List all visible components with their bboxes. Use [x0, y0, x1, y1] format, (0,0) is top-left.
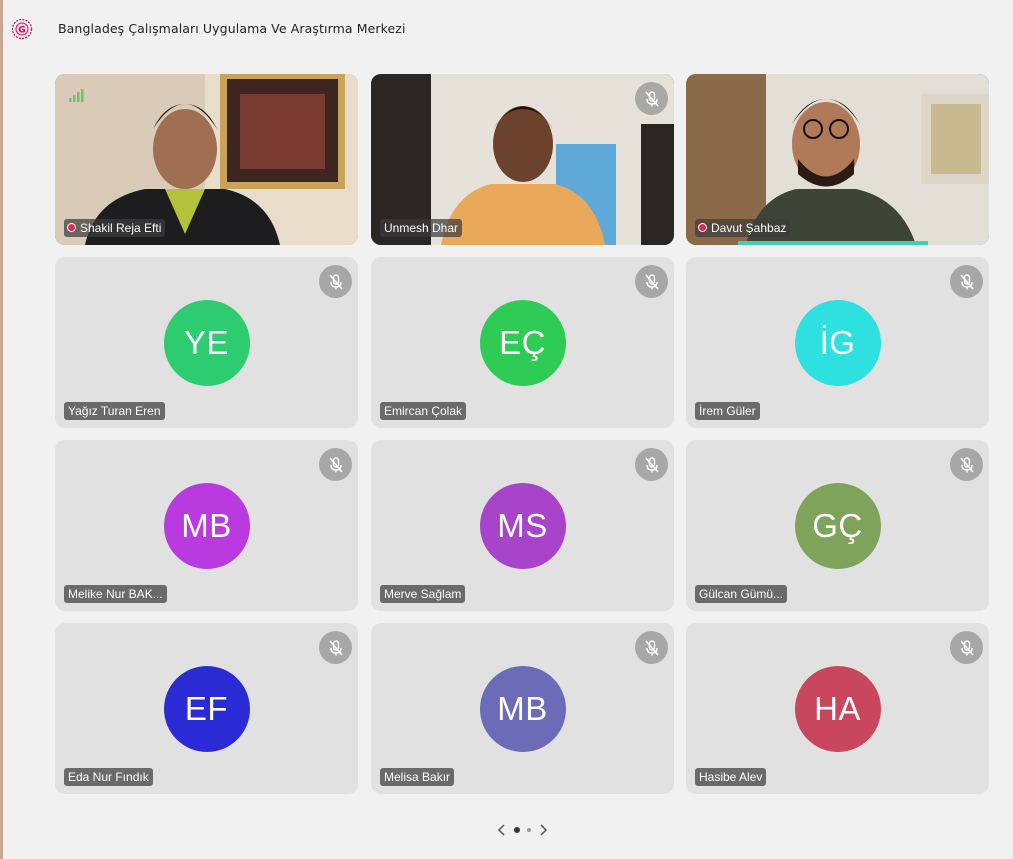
recording-dot-icon: [68, 224, 75, 231]
participant-name: İrem Güler: [695, 402, 760, 420]
participant-tile[interactable]: YE Yağız Turan Eren: [55, 257, 358, 428]
muted-mic-icon: [635, 82, 668, 115]
muted-mic-icon: [635, 265, 668, 298]
chevron-left-icon[interactable]: [497, 823, 507, 837]
muted-mic-icon: [635, 631, 668, 664]
participant-name: Shakil Reja Efti: [80, 221, 162, 235]
participant-tile[interactable]: MS Merve Sağlam: [371, 440, 674, 611]
participant-name: Yağız Turan Eren: [64, 402, 165, 420]
participant-tile[interactable]: MB Melisa Bakır: [371, 623, 674, 794]
participant-name-tag: Davut Şahbaz: [695, 219, 791, 237]
chevron-right-icon[interactable]: [538, 823, 548, 837]
participant-avatar: MB: [479, 665, 566, 752]
participant-avatar: GÇ: [794, 482, 881, 569]
video-tile-1[interactable]: Shakil Reja Efti: [55, 74, 358, 245]
muted-mic-icon: [319, 631, 352, 664]
muted-mic-icon: [950, 265, 983, 298]
participant-name: Unmesh Dhar: [384, 221, 459, 235]
page-dot[interactable]: [527, 828, 531, 832]
org-logo-icon: G: [11, 18, 33, 40]
participant-avatar: EÇ: [479, 299, 566, 386]
participant-avatar: İG: [794, 299, 881, 386]
muted-mic-icon: [319, 265, 352, 298]
page-dot-current[interactable]: [514, 827, 520, 833]
participant-avatar: YE: [163, 299, 250, 386]
muted-mic-icon: [950, 448, 983, 481]
svg-text:G: G: [18, 26, 25, 36]
participant-tile[interactable]: İG İrem Güler: [686, 257, 989, 428]
participant-name: Merve Sağlam: [380, 585, 466, 603]
muted-mic-icon: [635, 448, 668, 481]
participant-name: Melisa Bakır: [380, 768, 455, 786]
header: G Bangladeş Çalışmaları Uygulama Ve Araş…: [3, 0, 1013, 60]
participant-tile[interactable]: EF Eda Nur Fındık: [55, 623, 358, 794]
participant-avatar: MS: [479, 482, 566, 569]
participant-name: Davut Şahbaz: [711, 221, 787, 235]
video-tile-3[interactable]: Davut Şahbaz: [686, 74, 989, 245]
meeting-window: G Bangladeş Çalışmaları Uygulama Ve Araş…: [3, 0, 1013, 859]
pagination: [497, 822, 548, 838]
participant-name: Eda Nur Fındık: [64, 768, 153, 786]
participant-tile[interactable]: MB Melike Nur BAK...: [55, 440, 358, 611]
participant-avatar: HA: [794, 665, 881, 752]
participant-tile[interactable]: GÇ Gülcan Gümü...: [686, 440, 989, 611]
participant-avatar: EF: [163, 665, 250, 752]
muted-mic-icon: [950, 631, 983, 664]
speaking-indicator: [738, 241, 928, 245]
participant-avatar: MB: [163, 482, 250, 569]
muted-mic-icon: [319, 448, 352, 481]
participant-name-tag: Unmesh Dhar: [380, 219, 463, 237]
signal-strength-icon: [69, 89, 84, 102]
video-tile-2[interactable]: Unmesh Dhar: [371, 74, 674, 245]
participant-name: Hasibe Alev: [695, 768, 767, 786]
participant-tile[interactable]: EÇ Emircan Çolak: [371, 257, 674, 428]
meeting-title: Bangladeş Çalışmaları Uygulama Ve Araştı…: [58, 21, 406, 36]
participant-name: Emircan Çolak: [380, 402, 467, 420]
participant-tile[interactable]: HA Hasibe Alev: [686, 623, 989, 794]
participant-name: Gülcan Gümü...: [695, 585, 788, 603]
recording-dot-icon: [699, 224, 706, 231]
participant-name-tag: Shakil Reja Efti: [64, 219, 166, 237]
participant-name: Melike Nur BAK...: [64, 585, 167, 603]
